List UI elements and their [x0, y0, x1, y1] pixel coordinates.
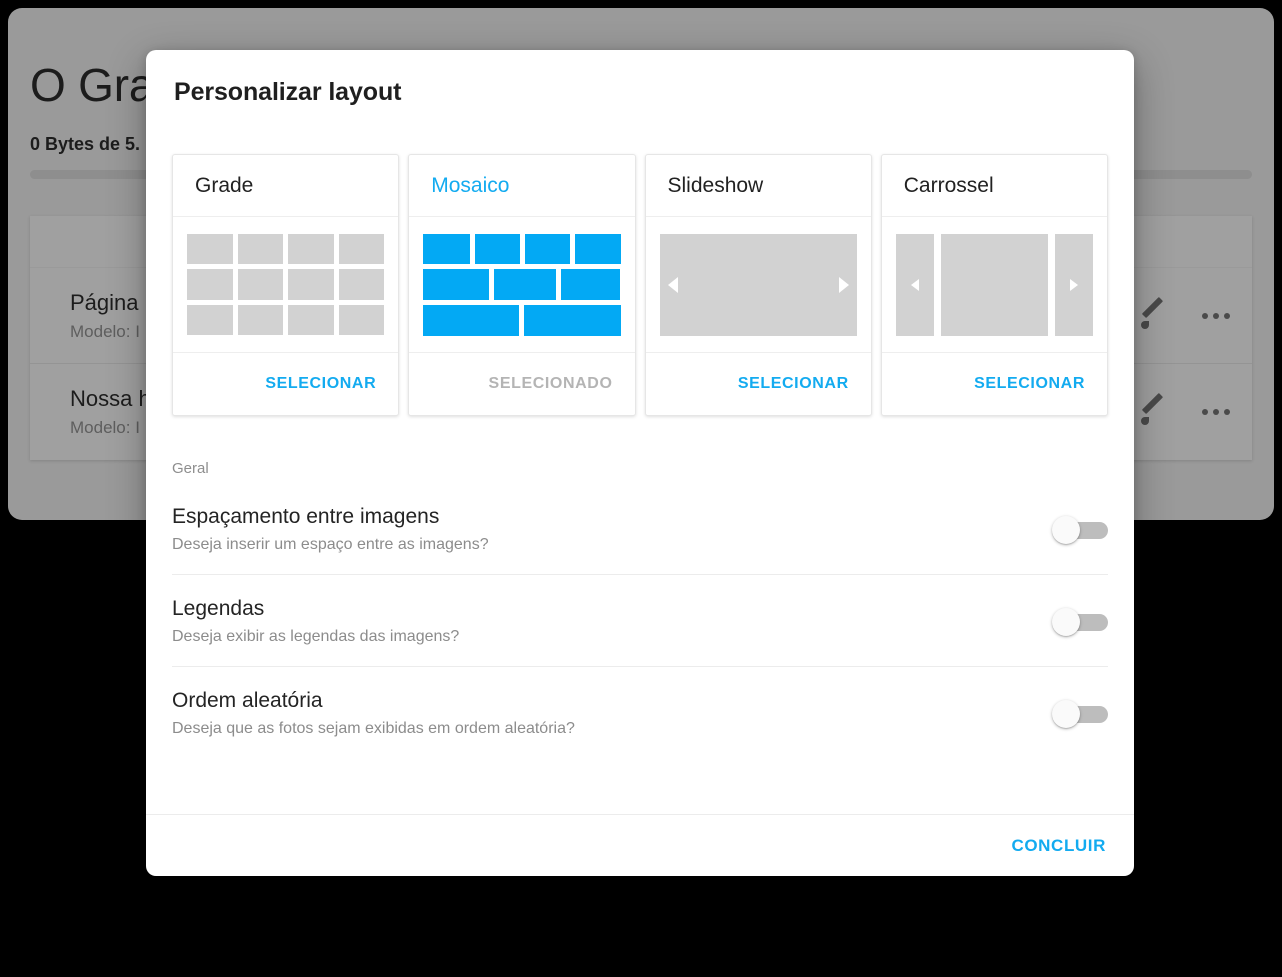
- more-horizontal-icon[interactable]: [1202, 409, 1230, 415]
- toggle-knob: [1052, 700, 1080, 728]
- row-subtitle: Modelo: I: [70, 418, 151, 438]
- row-actions: [1140, 302, 1230, 330]
- pencil-icon[interactable]: [1140, 398, 1168, 426]
- layout-preview-grid: [173, 217, 398, 353]
- dialog-footer: CONCLUIR: [146, 814, 1134, 876]
- selected-layout-mosaico-label: SELECIONADO: [409, 353, 634, 415]
- layout-card-title: Carrossel: [882, 155, 1107, 217]
- layout-card-mosaico[interactable]: Mosaico SELECIONADO: [408, 154, 635, 416]
- customize-layout-dialog: Personalizar layout Grade SELECIONAR Mos…: [146, 50, 1134, 876]
- setting-label: Legendas: [172, 597, 459, 621]
- setting-text-group: Ordem aleatória Deseja que as fotos seja…: [172, 689, 575, 738]
- layout-preview-slideshow: [646, 217, 871, 353]
- select-layout-slideshow-button[interactable]: SELECIONAR: [646, 353, 871, 415]
- page-title: O Gra: [30, 58, 154, 112]
- layout-options-list: Grade SELECIONAR Mosaico: [146, 107, 1134, 416]
- layout-card-grade[interactable]: Grade SELECIONAR: [172, 154, 399, 416]
- row-title: Página I: [70, 290, 151, 316]
- toggle-knob: [1052, 516, 1080, 544]
- layout-card-carrossel[interactable]: Carrossel SELECIONAR: [881, 154, 1108, 416]
- row-subtitle: Modelo: I: [70, 322, 151, 342]
- layout-card-title: Slideshow: [646, 155, 871, 217]
- setting-row-captions: Legendas Deseja exibir as legendas das i…: [172, 575, 1108, 667]
- setting-text-group: Legendas Deseja exibir as legendas das i…: [172, 597, 459, 646]
- setting-row-random-order: Ordem aleatória Deseja que as fotos seja…: [172, 667, 1108, 758]
- row-text-group: Nossa h Modelo: I: [70, 386, 151, 438]
- toggle-captions[interactable]: [1052, 608, 1108, 636]
- chevron-left-icon: [911, 279, 919, 291]
- row-title: Nossa h: [70, 386, 151, 412]
- setting-row-image-spacing: Espaçamento entre imagens Deseja inserir…: [172, 483, 1108, 575]
- setting-description: Deseja exibir as legendas das imagens?: [172, 628, 459, 646]
- general-settings-section: Geral Espaçamento entre imagens Deseja i…: [146, 416, 1134, 814]
- layout-card-title: Mosaico: [409, 155, 634, 217]
- screen: O Gra 0 Bytes de 5. Página I Modelo: I: [0, 0, 1282, 977]
- select-layout-carrossel-button[interactable]: SELECIONAR: [882, 353, 1107, 415]
- setting-description: Deseja que as fotos sejam exibidas em or…: [172, 720, 575, 738]
- toggle-knob: [1052, 608, 1080, 636]
- layout-preview-mosaic: [409, 217, 634, 353]
- setting-text-group: Espaçamento entre imagens Deseja inserir…: [172, 505, 489, 554]
- layout-card-slideshow[interactable]: Slideshow SELECIONAR: [645, 154, 872, 416]
- layout-card-title: Grade: [173, 155, 398, 217]
- toggle-random-order[interactable]: [1052, 700, 1108, 728]
- chevron-left-icon: [668, 277, 678, 293]
- chevron-right-icon: [1070, 279, 1078, 291]
- chevron-right-icon: [839, 277, 849, 293]
- row-actions: [1140, 398, 1230, 426]
- setting-label: Espaçamento entre imagens: [172, 505, 489, 529]
- select-layout-grade-button[interactable]: SELECIONAR: [173, 353, 398, 415]
- layout-preview-carousel: [882, 217, 1107, 353]
- done-button[interactable]: CONCLUIR: [1011, 836, 1106, 856]
- row-text-group: Página I Modelo: I: [70, 290, 151, 342]
- dialog-title: Personalizar layout: [146, 50, 1134, 107]
- setting-label: Ordem aleatória: [172, 689, 575, 713]
- more-horizontal-icon[interactable]: [1202, 313, 1230, 319]
- toggle-image-spacing[interactable]: [1052, 516, 1108, 544]
- pencil-icon[interactable]: [1140, 302, 1168, 330]
- setting-description: Deseja inserir um espaço entre as imagen…: [172, 536, 489, 554]
- settings-section-heading: Geral: [172, 416, 1108, 483]
- storage-status-text: 0 Bytes de 5.: [30, 134, 140, 155]
